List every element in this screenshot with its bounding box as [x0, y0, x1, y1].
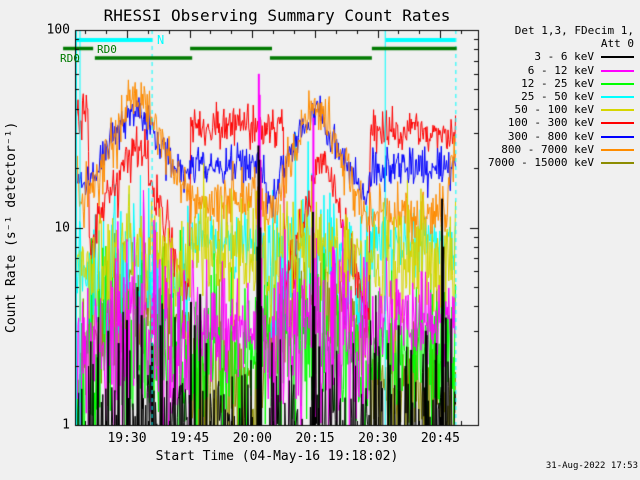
legend-entry: 800 - 7000 keV [488, 143, 634, 156]
legend-entry-label: 300 - 800 keV [507, 129, 594, 143]
legend-entry: 25 - 50 keV [488, 90, 634, 103]
timestamp: 31-Aug-2022 17:53 [545, 461, 638, 471]
legend-color-swatch [601, 135, 634, 138]
plot-window: RHESSI Observing Summary Count Rates Cou… [0, 0, 640, 480]
legend-color-swatch [601, 161, 634, 164]
rd0-flag-label-2: RD0 [60, 52, 80, 65]
y-tick-label: 100 [46, 22, 70, 38]
legend-entry: 300 - 800 keV [488, 130, 634, 143]
x-tick-label: 19:45 [170, 431, 210, 446]
x-axis-label: Start Time (04-May-16 19:18:02) [155, 449, 399, 464]
legend-entries: 3 - 6 keV 6 - 12 keV 12 - 25 keV 25 - 50 ke… [488, 50, 634, 169]
x-tick-label: 20:15 [295, 431, 335, 446]
legend-color-swatch [601, 95, 634, 98]
legend-entry-label: 3 - 6 keV [534, 50, 594, 64]
legend-entry-label: 25 - 50 keV [521, 89, 594, 103]
y-axis-label: Count Rate (s⁻¹ detector⁻¹) [4, 121, 19, 334]
legend-entry: 100 - 300 keV [488, 116, 634, 129]
legend-entry: 6 - 12 keV [488, 64, 634, 77]
legend-header-line1: Det 1,3, FDecim 1, [514, 24, 634, 37]
legend-color-swatch [601, 109, 634, 112]
legend-color-swatch [601, 148, 634, 151]
legend: Det 1,3, FDecim 1, Att 0 3 - 6 keV 6 - 12… [488, 24, 634, 169]
legend-color-swatch [601, 122, 634, 125]
x-tick-label: 20:30 [358, 431, 398, 446]
legend-entry: 12 - 25 keV [488, 77, 634, 90]
legend-entry: 7000 - 15000 keV [488, 156, 634, 169]
legend-header-line2: Att 0 [600, 37, 634, 51]
legend-color-swatch [601, 56, 634, 59]
rd0-flag-label-1: RD0 [97, 43, 117, 56]
chart-title: RHESSI Observing Summary Count Rates [103, 6, 451, 25]
legend-entry-label: 800 - 7000 keV [501, 142, 594, 156]
legend-entry: 50 - 100 keV [488, 103, 634, 116]
x-tick-label: 20:00 [232, 431, 272, 446]
y-tick-label: 1 [62, 417, 70, 433]
legend-entry: 3 - 6 keV [488, 50, 634, 63]
legend-entry-label: 6 - 12 keV [527, 63, 594, 77]
legend-entry-label: 12 - 25 keV [521, 76, 594, 90]
legend-entry-label: 100 - 300 keV [507, 116, 594, 130]
x-tick-label: 20:45 [420, 431, 460, 446]
legend-entry-label: 7000 - 15000 keV [488, 155, 594, 169]
y-tick-label: 10 [54, 220, 70, 235]
x-tick-label: 19:30 [107, 431, 147, 446]
legend-color-swatch [601, 82, 634, 85]
night-flag-label: N [157, 33, 165, 47]
legend-color-swatch [601, 69, 634, 72]
legend-entry-label: 50 - 100 keV [514, 103, 594, 117]
